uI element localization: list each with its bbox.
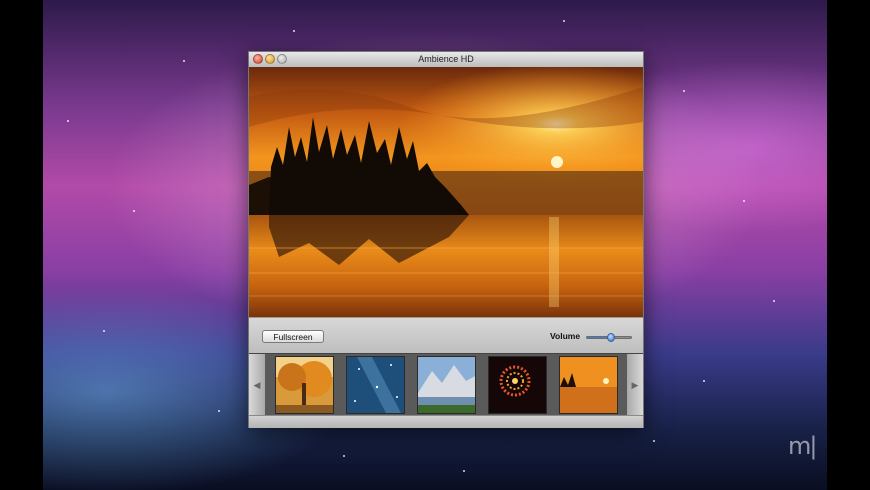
sunset-lake-thumb-scene xyxy=(560,357,617,413)
bottom-bar xyxy=(249,415,643,428)
fullscreen-button[interactable]: Fullscreen xyxy=(262,330,324,343)
star xyxy=(463,470,465,472)
thumbnail-strip: ◀ ▶ xyxy=(249,353,643,416)
starry-sky-scene xyxy=(347,357,404,413)
star xyxy=(343,455,345,457)
volume-knob[interactable] xyxy=(607,333,616,342)
chevron-left-icon[interactable]: ◀ xyxy=(249,354,265,416)
star xyxy=(563,20,565,22)
autumn-tree-scene xyxy=(276,357,333,413)
thumbnail-mountain-lake[interactable] xyxy=(417,356,476,414)
star xyxy=(683,90,685,92)
star xyxy=(773,300,775,302)
star xyxy=(743,200,745,202)
chevron-right-icon[interactable]: ▶ xyxy=(627,354,643,416)
star xyxy=(133,210,135,212)
mountain-lake-scene xyxy=(418,357,475,413)
watermark-logo-icon: m| xyxy=(788,432,817,460)
star xyxy=(653,440,655,442)
star xyxy=(218,410,220,412)
app-window: Ambience HD Fullscreen Volume ◀ ▶ xyxy=(248,51,644,428)
thumbnail-fireworks[interactable] xyxy=(488,356,547,414)
sunset-lake-scene xyxy=(249,67,643,317)
window-title: Ambience HD xyxy=(418,54,474,64)
thumbnail-starry-sky[interactable] xyxy=(346,356,405,414)
star xyxy=(293,30,295,32)
star xyxy=(703,380,705,382)
volume-label: Volume xyxy=(550,331,581,341)
video-preview[interactable] xyxy=(249,67,643,317)
star xyxy=(103,330,105,332)
thumbnail-autumn-tree[interactable] xyxy=(275,356,334,414)
control-bar: Fullscreen Volume xyxy=(249,317,643,354)
title-bar[interactable]: Ambience HD xyxy=(249,52,643,68)
star xyxy=(183,60,185,62)
thumbnail-sunset-lake[interactable] xyxy=(559,356,618,414)
volume-slider[interactable] xyxy=(586,333,632,342)
fireworks-scene xyxy=(489,357,546,413)
star xyxy=(67,120,69,122)
